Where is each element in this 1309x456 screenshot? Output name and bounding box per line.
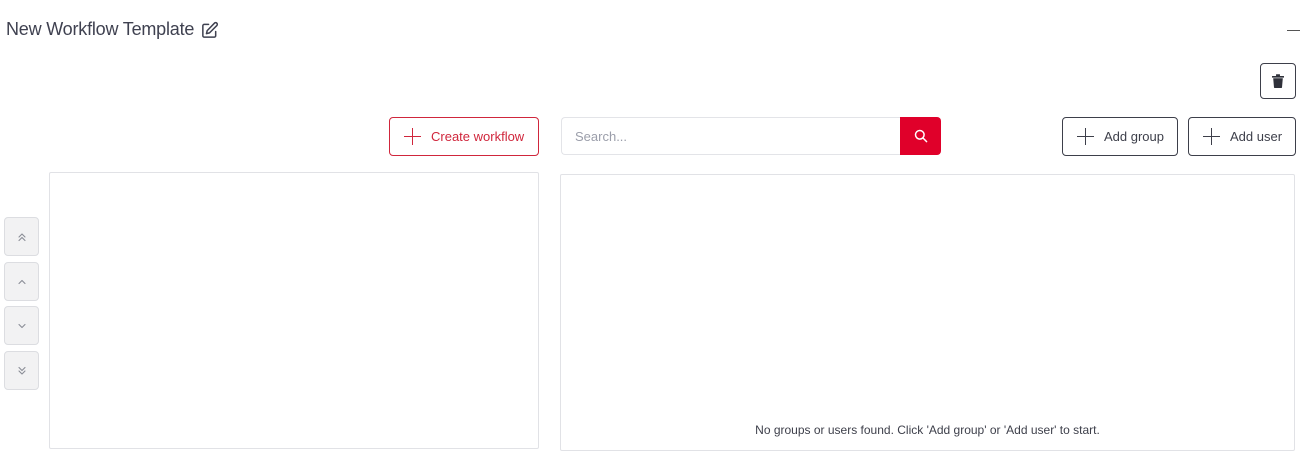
workflow-template-page: New Workflow Template Create workflow Se… xyxy=(0,0,1309,456)
plus-icon xyxy=(1203,128,1220,145)
create-workflow-button[interactable]: Create workflow xyxy=(389,117,539,156)
edit-title-icon[interactable] xyxy=(200,21,219,40)
search-input[interactable] xyxy=(561,117,900,155)
workflow-list-panel xyxy=(49,172,539,449)
chevron-down-icon xyxy=(17,323,26,328)
plus-icon xyxy=(1077,128,1094,145)
move-up-button[interactable] xyxy=(4,262,39,301)
create-workflow-label: Create workflow xyxy=(431,129,525,144)
move-to-bottom-button[interactable] xyxy=(4,351,39,390)
add-group-label: Add group xyxy=(1104,129,1164,144)
add-user-label: Add user xyxy=(1230,129,1283,144)
template-header: New Workflow Template xyxy=(0,0,1309,62)
template-title: New Workflow Template xyxy=(6,19,195,39)
search-icon xyxy=(914,129,927,143)
chevrons-double-down-icon xyxy=(17,366,26,375)
plus-icon xyxy=(404,128,421,145)
move-to-top-button[interactable] xyxy=(4,217,39,256)
title-area: New Workflow Template xyxy=(6,19,219,40)
move-down-button[interactable] xyxy=(4,306,39,345)
delete-template-button[interactable] xyxy=(1260,63,1296,99)
chevrons-double-up-icon xyxy=(17,232,26,241)
search-bar xyxy=(561,117,941,155)
minimize-icon[interactable] xyxy=(1287,30,1300,31)
search-button[interactable] xyxy=(900,117,941,155)
chevron-up-icon xyxy=(17,279,26,284)
trash-icon xyxy=(1272,74,1284,88)
empty-state-message: No groups or users found. Click 'Add gro… xyxy=(755,423,1100,437)
add-user-button[interactable]: Add user xyxy=(1188,117,1296,156)
add-group-button[interactable]: Add group xyxy=(1062,117,1178,156)
assignees-panel: No groups or users found. Click 'Add gro… xyxy=(560,174,1295,451)
